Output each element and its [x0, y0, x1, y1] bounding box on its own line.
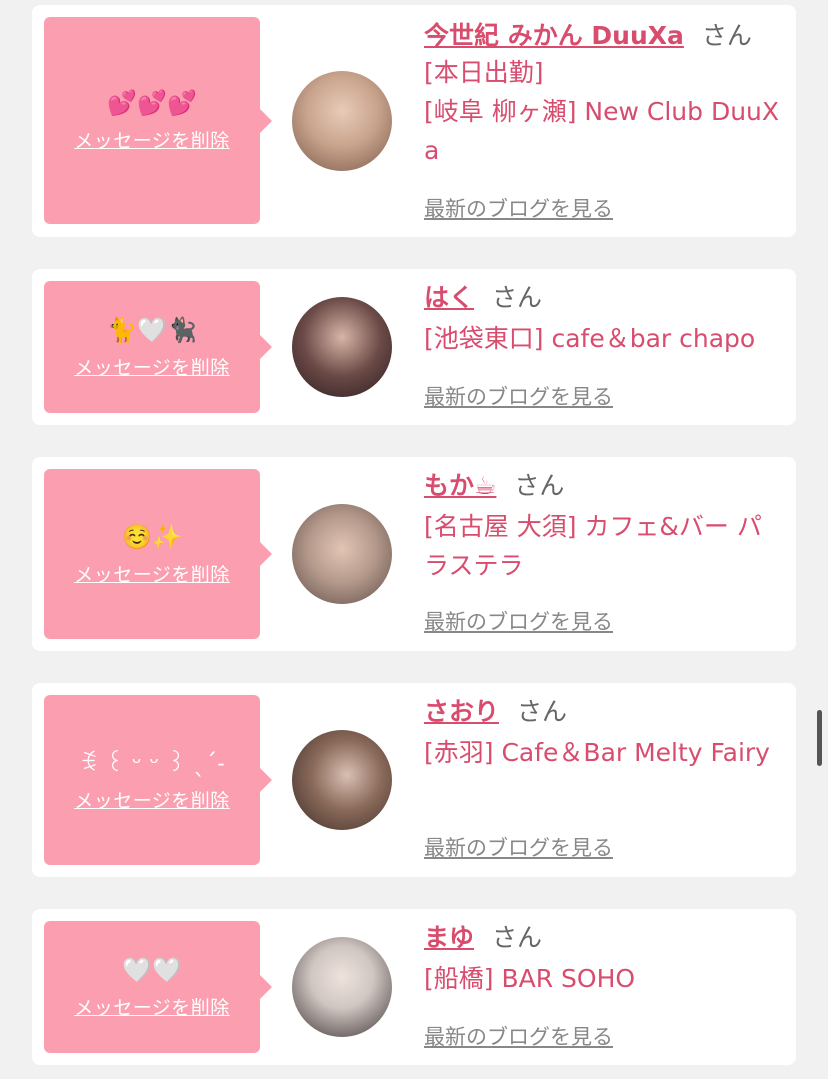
cast-name-link[interactable]: もか☕ [424, 471, 496, 500]
honorific: さん [492, 923, 543, 952]
honorific: さん [492, 283, 543, 312]
cast-info: 今世紀 みかん DuuXa さん [本日出勤] [岐阜 柳ヶ瀬] New Club… [424, 19, 784, 229]
honorific: さん [517, 697, 568, 726]
message-bubble: ☺️✨ メッセージを削除 [44, 469, 272, 639]
message-bubble: 🐈🤍🐈‍⬛ メッセージを削除 [44, 281, 272, 413]
honorific: さん [514, 471, 565, 500]
delete-message-link[interactable]: メッセージを削除 [74, 786, 230, 813]
favorite-card: 🤍🤍 メッセージを削除 まゆ さん [船橋] BAR SOHO 最新のブログを見る [32, 909, 796, 1065]
cast-info: さおり さん [赤羽] Cafe＆Bar Melty Fairy 最新のブログを見… [424, 695, 784, 873]
shop-location: [赤羽] Cafe＆Bar Melty Fairy [424, 738, 770, 767]
cast-name-link[interactable]: 今世紀 みかん DuuXa [424, 21, 684, 50]
latest-blog-link[interactable]: 最新のブログを見る [424, 381, 613, 411]
cast-name-link[interactable]: さおり [424, 697, 499, 726]
delete-message-link[interactable]: メッセージを削除 [74, 993, 230, 1020]
message-text: 💕💕💕 [107, 89, 197, 117]
favorite-card: ☺️✨ メッセージを削除 もか☕ さん [名古屋 大須] カフェ&バー パラステラ… [32, 457, 796, 651]
latest-blog-link[interactable]: 最新のブログを見る [424, 832, 613, 862]
avatar[interactable] [292, 730, 392, 830]
message-bubble: 🤍🤍 メッセージを削除 [44, 921, 272, 1053]
name-row: 今世紀 みかん DuuXa さん [424, 19, 784, 53]
avatar[interactable] [292, 297, 392, 397]
latest-blog-link[interactable]: 最新のブログを見る [424, 606, 613, 636]
favorite-card: 🐈🤍🐈‍⬛ メッセージを削除 はく さん [池袋東口] cafe＆bar chap… [32, 269, 796, 425]
message-bubble: ꉂ ꒰ ᵕ ᵕ ꒱ ˎˊ˗ メッセージを削除 [44, 695, 272, 865]
cast-info: はく さん [池袋東口] cafe＆bar chapo 最新のブログを見る [424, 281, 784, 421]
name-row: はく さん [424, 281, 784, 315]
message-text: 🤍🤍 [122, 955, 182, 984]
cast-name-link[interactable]: はく [424, 283, 474, 312]
message-text: 🐈🤍🐈‍⬛ [107, 315, 197, 344]
name-row: さおり さん [424, 695, 784, 729]
message-bubble: 💕💕💕 メッセージを削除 [44, 17, 272, 224]
favorite-card: 💕💕💕 メッセージを削除 今世紀 みかん DuuXa さん [本日出勤] [岐阜 … [32, 5, 796, 237]
message-text: ☺️✨ [122, 522, 182, 551]
delete-message-link[interactable]: メッセージを削除 [74, 353, 230, 380]
work-status: [本日出勤] [424, 58, 544, 87]
favorite-card: ꉂ ꒰ ᵕ ᵕ ꒱ ˎˊ˗ メッセージを削除 さおり さん [赤羽] Cafe＆B… [32, 683, 796, 877]
cast-info: まゆ さん [船橋] BAR SOHO 最新のブログを見る [424, 921, 784, 1061]
message-text: ꉂ ꒰ ᵕ ᵕ ꒱ ˎˊ˗ [79, 748, 225, 777]
cast-name-link[interactable]: まゆ [424, 923, 474, 952]
delete-message-link[interactable]: メッセージを削除 [74, 126, 230, 153]
honorific: さん [701, 21, 752, 50]
name-row: もか☕ さん [424, 469, 784, 503]
latest-blog-link[interactable]: 最新のブログを見る [424, 1021, 613, 1051]
name-row: まゆ さん [424, 921, 784, 955]
shop-location: [岐阜 柳ヶ瀬] New Club DuuXa [424, 97, 780, 165]
scrollbar[interactable] [817, 710, 822, 766]
avatar[interactable] [292, 937, 392, 1037]
shop-location: [船橋] BAR SOHO [424, 964, 636, 993]
avatar[interactable] [292, 71, 392, 171]
cast-info: もか☕ さん [名古屋 大須] カフェ&バー パラステラ 最新のブログを見る [424, 469, 784, 647]
shop-location: [名古屋 大須] カフェ&バー パラステラ [424, 512, 762, 580]
shop-location: [池袋東口] cafe＆bar chapo [424, 324, 756, 353]
avatar[interactable] [292, 504, 392, 604]
latest-blog-link[interactable]: 最新のブログを見る [424, 193, 613, 223]
delete-message-link[interactable]: メッセージを削除 [74, 560, 230, 587]
